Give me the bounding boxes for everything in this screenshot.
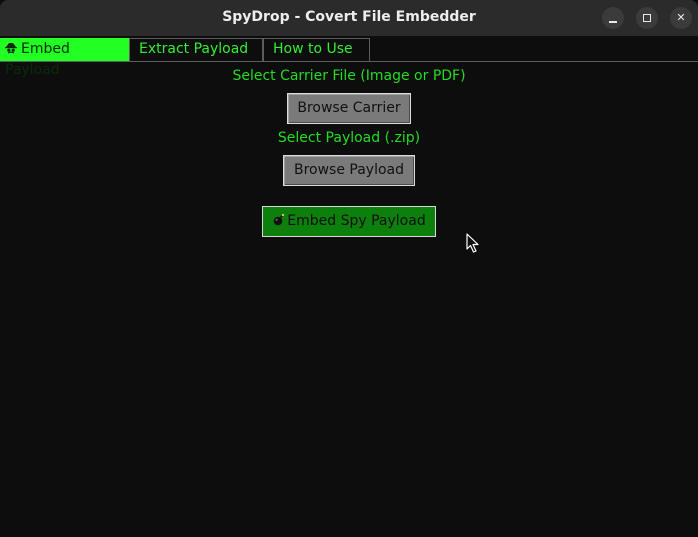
browse-payload-button[interactable]: Browse Payload [283,155,415,186]
minimize-icon [609,21,617,23]
maximize-icon [643,14,651,22]
app-window: SpyDrop - Covert File Embedder ✕ Embed P… [0,0,698,537]
title-bar[interactable]: SpyDrop - Covert File Embedder ✕ [0,0,698,36]
carrier-file-label: Select Carrier File (Image or PDF) [232,68,466,84]
close-icon: ✕ [676,11,686,24]
tab-howto-label: How to Use [273,41,353,57]
window-title: SpyDrop - Covert File Embedder [222,9,476,25]
browse-carrier-button[interactable]: Browse Carrier [287,93,411,124]
spy-icon [5,43,17,54]
embed-spy-payload-button[interactable]: Embed Spy Payload [262,206,436,237]
tab-extract-label: Extract Payload [139,41,249,57]
minimize-button[interactable] [602,7,624,29]
payload-file-label: Select Payload (.zip) [277,130,421,146]
mouse-pointer-icon [466,233,479,253]
bomb-icon [273,213,285,226]
maximize-button[interactable] [636,7,658,29]
close-button[interactable]: ✕ [670,7,692,29]
embed-button-label: Embed Spy Payload [287,213,426,229]
tab-divider [0,61,698,62]
tab-embed-payload[interactable]: Embed Payload [0,38,129,78]
tab-how-to-use[interactable]: How to Use [263,38,370,61]
tab-extract-payload[interactable]: Extract Payload [129,38,263,61]
